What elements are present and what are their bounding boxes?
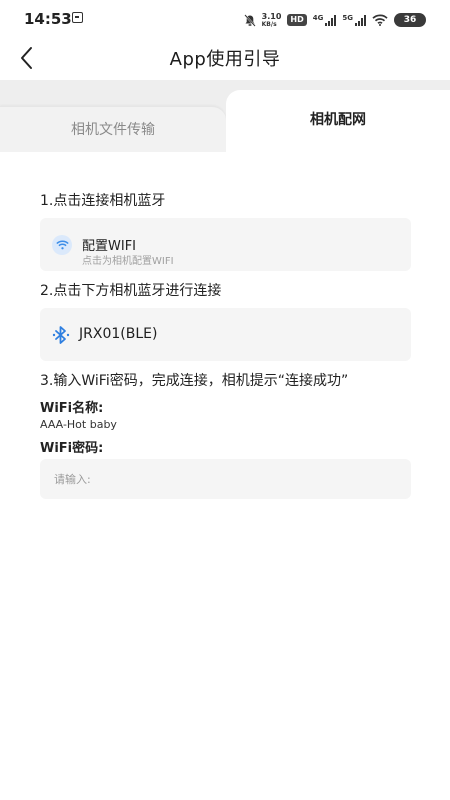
tab-camera-network-setup[interactable]: 相机配网 (226, 90, 450, 152)
network-guide-content: 1.点击连接相机蓝牙 配置WIFI 点击为相机配置WIFI 2.点击下方相机蓝牙… (0, 152, 450, 800)
step-2-label: 2.点击下方相机蓝牙进行连接 (40, 283, 222, 299)
signal-4g: 4G (313, 14, 337, 26)
signal-bars-icon (355, 14, 366, 26)
app-header: App使用引导 (0, 36, 450, 80)
step-1-label: 1.点击连接相机蓝牙 (40, 193, 166, 209)
status-icons: 3.10 KB/s HD 4G 5G 36 (243, 9, 426, 31)
bluetooth-icon (52, 326, 70, 344)
ble-device-name: JRX01(BLE) (79, 326, 158, 342)
tab-camera-file-transfer[interactable]: 相机文件传输 (0, 106, 226, 152)
wifi-password-field[interactable] (40, 459, 411, 499)
step-3-label: 3.输入WiFi密码，完成连接，相机提示“连接成功” (40, 373, 349, 389)
signal-bars-icon (325, 14, 337, 26)
mute-bell-icon (243, 13, 256, 27)
wifi-password-label: WiFi密码: (40, 441, 104, 456)
wifi-status-icon (372, 14, 388, 26)
page-title: App使用引导 (169, 49, 281, 70)
tab-bar: 相机文件传输 相机配网 (0, 80, 450, 152)
wifi-name-value: AAA-Hot baby (40, 418, 117, 431)
wifi-name-label: WiFi名称: (40, 401, 104, 416)
status-time: 14:53 (24, 10, 72, 28)
status-bar: 14:53 3.10 KB/s HD 4G 5G 36 (0, 0, 450, 40)
signal-4g-label: 4G (312, 14, 324, 22)
network-speed-unit: KB/s (261, 21, 277, 28)
signal-5g: 5G (342, 14, 366, 26)
screen-record-icon (72, 12, 83, 23)
network-speed-value: 3.10 (261, 12, 282, 21)
battery-indicator: 36 (394, 13, 426, 27)
wifi-icon (52, 235, 72, 255)
signal-5g-label: 5G (342, 14, 353, 22)
hd-badge: HD (287, 14, 307, 26)
network-speed: 3.10 KB/s (262, 12, 282, 28)
ble-device-item[interactable]: JRX01(BLE) (40, 308, 411, 361)
configure-wifi-card[interactable]: 配置WIFI 点击为相机配置WIFI (40, 218, 411, 271)
wifi-password-input[interactable] (40, 459, 411, 499)
configure-wifi-subtitle: 点击为相机配置WIFI (82, 256, 174, 267)
